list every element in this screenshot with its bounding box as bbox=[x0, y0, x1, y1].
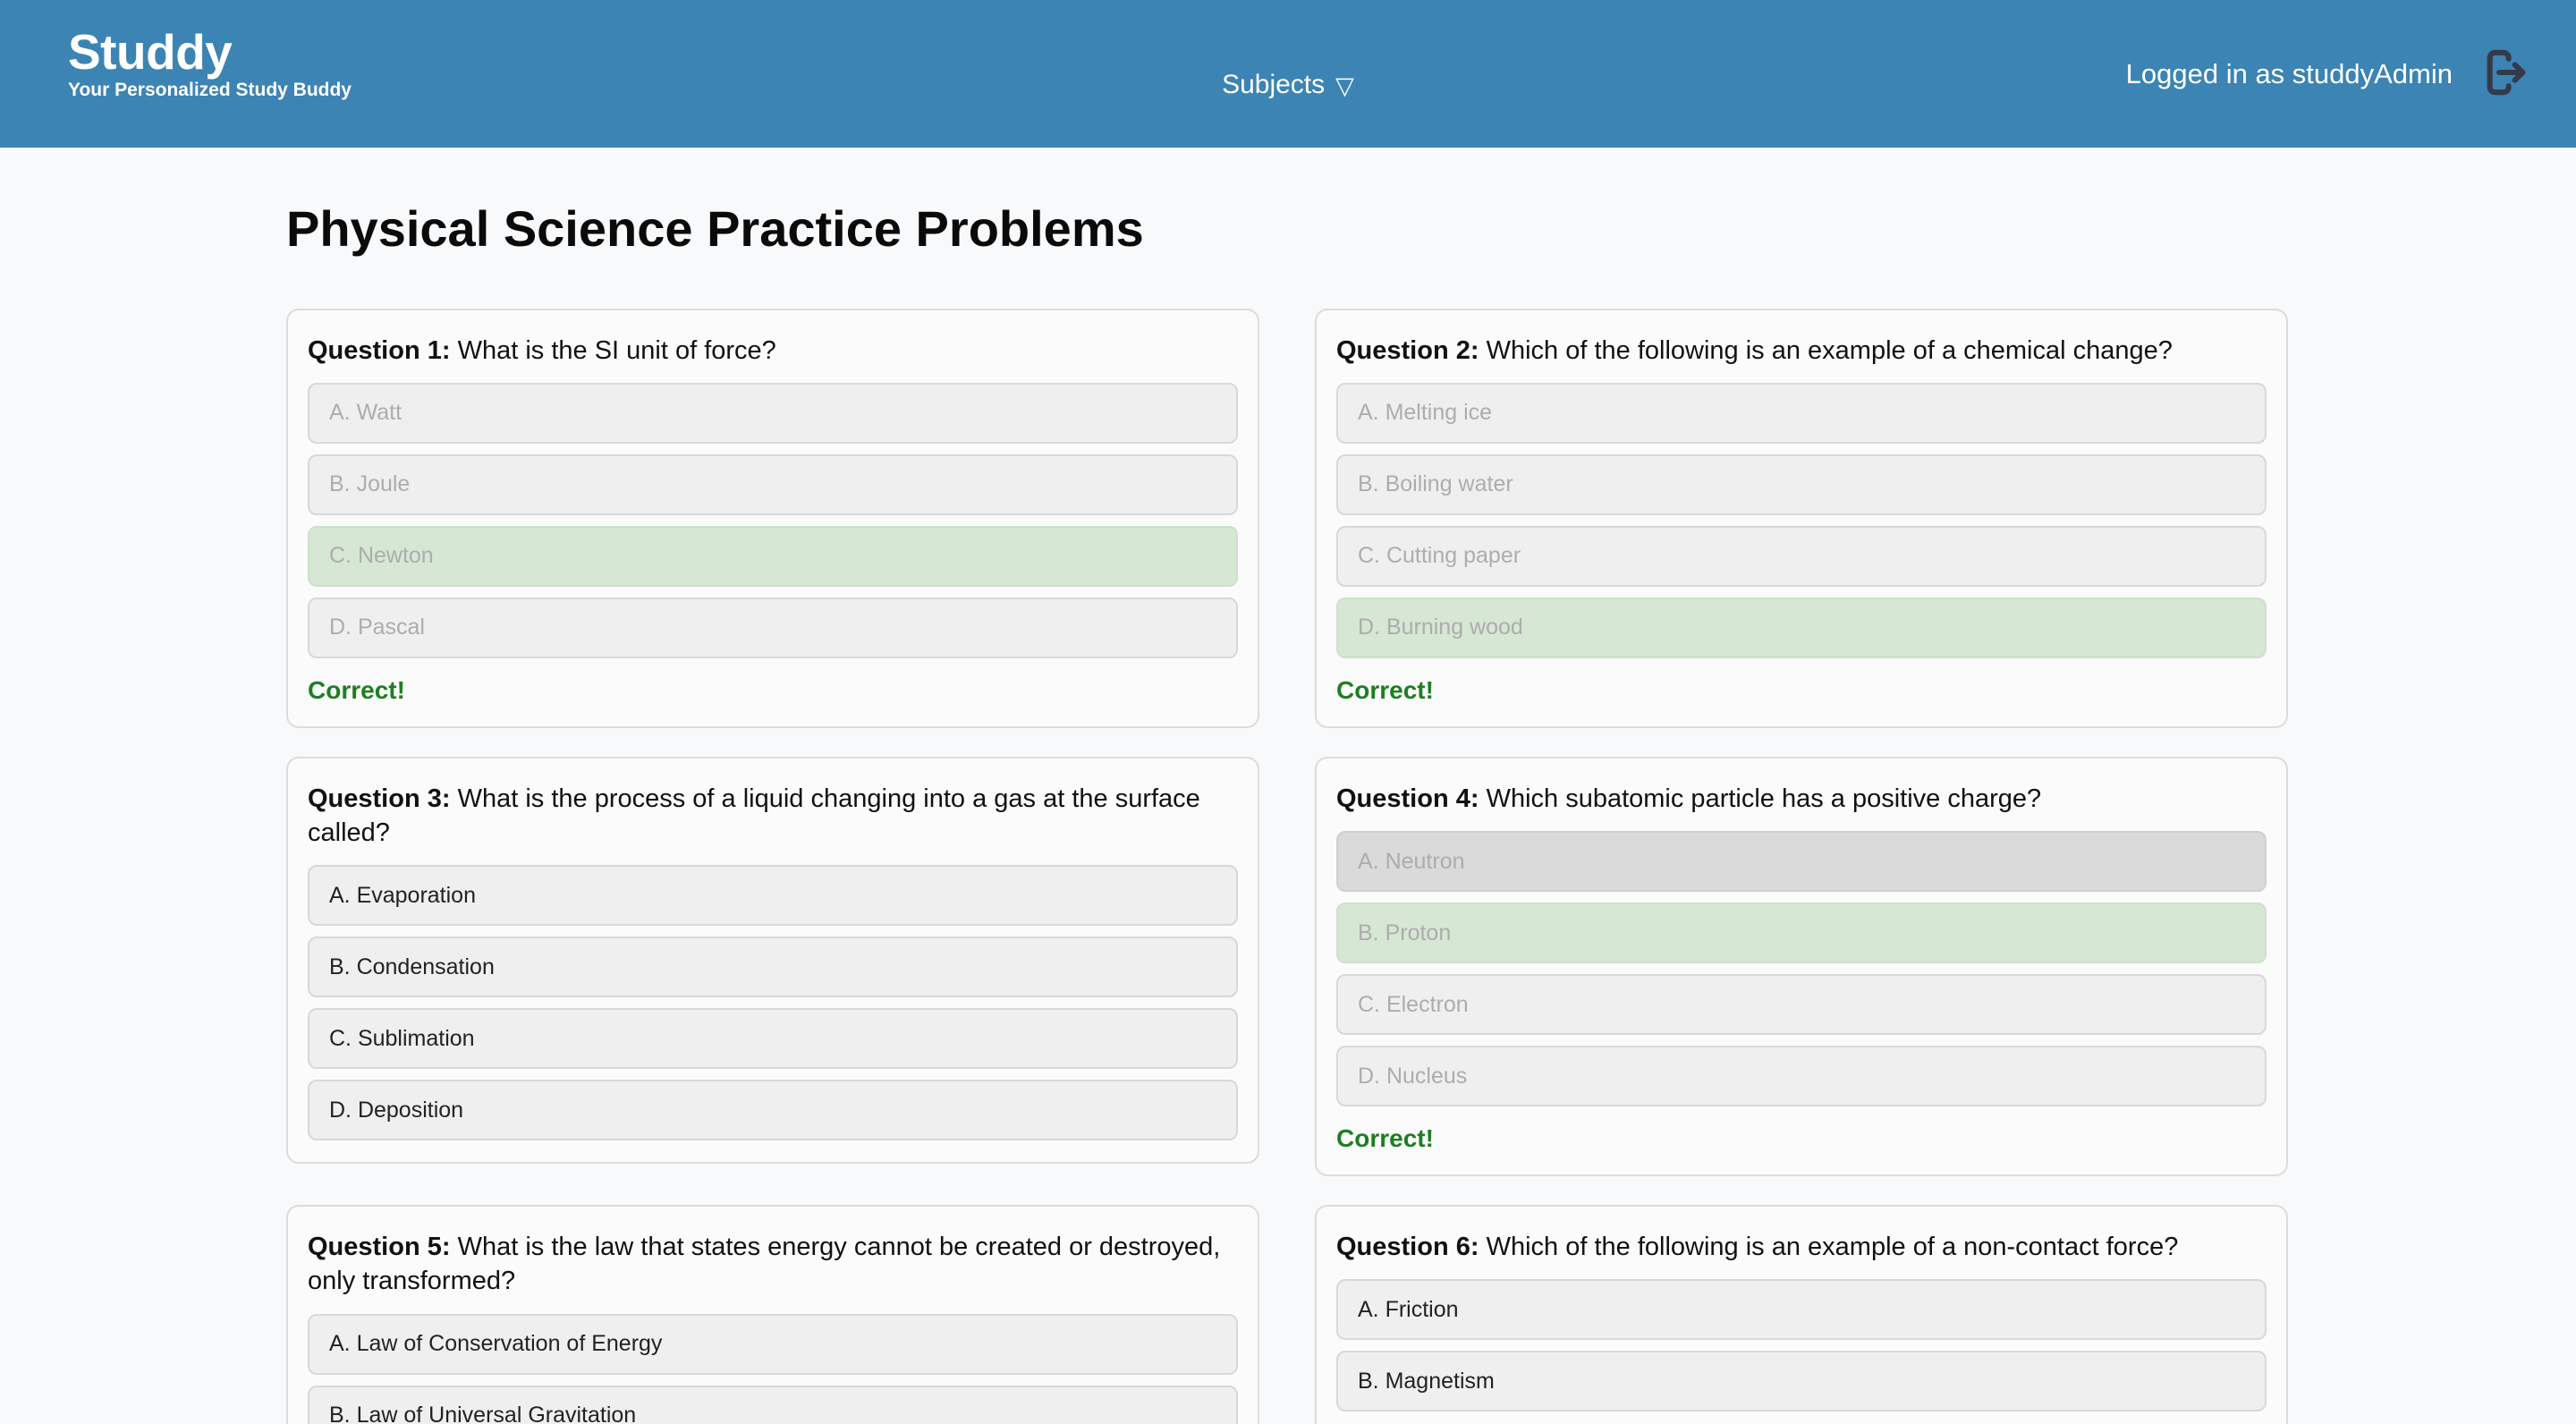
logout-button[interactable] bbox=[2478, 47, 2531, 101]
answer-option: D. Burning wood bbox=[1336, 597, 2267, 658]
question-body-text: Which of the following is an example of … bbox=[1486, 335, 2173, 365]
main-content: Physical Science Practice Problems Quest… bbox=[0, 201, 2576, 1424]
answer-option[interactable]: A. Evaporation bbox=[308, 865, 1238, 927]
answer-option[interactable]: B. Condensation bbox=[308, 937, 1238, 998]
question-card: Question 6: Which of the following is an… bbox=[1315, 1205, 2288, 1424]
question-prompt: Question 6: Which of the following is an… bbox=[1336, 1230, 2267, 1264]
question-card: Question 3: What is the process of a liq… bbox=[286, 756, 1259, 1165]
site-header: Studdy Your Personalized Study Buddy Sub… bbox=[0, 0, 2576, 148]
answer-option[interactable]: B. Magnetism bbox=[1336, 1351, 2267, 1412]
question-number-label: Question 5: bbox=[308, 1233, 451, 1262]
question-number-label: Question 2: bbox=[1336, 335, 1479, 365]
question-card: Question 5: What is the law that states … bbox=[286, 1205, 1259, 1424]
question-number-label: Question 1: bbox=[308, 335, 451, 365]
question-prompt: Question 2: Which of the following is an… bbox=[1336, 334, 2267, 368]
answer-option: A. Melting ice bbox=[1336, 382, 2267, 444]
answer-option: C. Cutting paper bbox=[1336, 525, 2267, 587]
option-list: A. Watt B. Joule C. Newton D. Pascal bbox=[308, 382, 1238, 658]
question-card: Question 2: Which of the following is an… bbox=[1315, 308, 2288, 728]
logout-icon bbox=[2479, 47, 2529, 100]
answer-option[interactable]: A. Law of Conservation of Energy bbox=[308, 1313, 1238, 1375]
answer-option: C. Electron bbox=[1336, 974, 2267, 1036]
nav-subjects-dropdown[interactable]: Subjects ▽ bbox=[1222, 72, 1354, 98]
chevron-down-icon: ▽ bbox=[1335, 72, 1354, 99]
option-list: A. Friction B. Magnetism bbox=[1336, 1279, 2267, 1412]
question-body-text: What is the SI unit of force? bbox=[457, 335, 776, 365]
option-list: A. Law of Conservation of Energy B. Law o… bbox=[308, 1313, 1238, 1424]
answer-option: B. Proton bbox=[1336, 903, 2267, 964]
answer-option: C. Newton bbox=[308, 525, 1238, 587]
question-grid: Question 1: What is the SI unit of force… bbox=[286, 308, 2288, 1424]
answer-option[interactable]: C. Sublimation bbox=[308, 1008, 1238, 1070]
logged-in-label: Logged in as studdyAdmin bbox=[2125, 57, 2453, 89]
question-card: Question 4: Which subatomic particle has… bbox=[1315, 756, 2288, 1177]
question-prompt: Question 4: Which subatomic particle has… bbox=[1336, 782, 2267, 816]
answer-option[interactable]: A. Friction bbox=[1336, 1279, 2267, 1341]
question-number-label: Question 6: bbox=[1336, 1233, 1479, 1262]
question-body-text: Which subatomic particle has a positive … bbox=[1486, 784, 2042, 813]
question-card: Question 1: What is the SI unit of force… bbox=[286, 308, 1259, 728]
question-number-label: Question 4: bbox=[1336, 784, 1479, 813]
feedback-message: Correct! bbox=[1336, 675, 1434, 704]
brand-title: Studdy bbox=[68, 24, 233, 80]
brand-logo: Studdy Your Personalized Study Buddy bbox=[68, 27, 352, 101]
answer-option: D. Nucleus bbox=[1336, 1046, 2267, 1107]
option-list: A. Evaporation B. Condensation C. Sublimat… bbox=[308, 865, 1238, 1141]
answer-option: D. Pascal bbox=[308, 597, 1238, 658]
page-title: Physical Science Practice Problems bbox=[286, 200, 1144, 257]
nav-subjects-label: Subjects bbox=[1222, 70, 1326, 99]
answer-option: A. Neutron bbox=[1336, 831, 2267, 893]
answer-option: A. Watt bbox=[308, 382, 1238, 444]
question-prompt: Question 5: What is the law that states … bbox=[308, 1230, 1238, 1299]
question-prompt: Question 3: What is the process of a liq… bbox=[308, 782, 1238, 851]
answer-option: B. Joule bbox=[308, 453, 1238, 515]
option-list: A. Neutron B. Proton C. Electron D. Nucleus bbox=[1336, 831, 2267, 1107]
question-prompt: Question 1: What is the SI unit of force… bbox=[308, 334, 1238, 368]
answer-option: B. Boiling water bbox=[1336, 453, 2267, 515]
question-number-label: Question 3: bbox=[308, 784, 451, 813]
feedback-message: Correct! bbox=[1336, 1124, 1434, 1153]
option-list: A. Melting ice B. Boiling water C. Cutting… bbox=[1336, 382, 2267, 658]
feedback-message: Correct! bbox=[308, 675, 405, 704]
answer-option[interactable]: B. Law of Universal Gravitation bbox=[308, 1385, 1238, 1424]
answer-option[interactable]: D. Deposition bbox=[308, 1080, 1238, 1141]
question-body-text: Which of the following is an example of … bbox=[1486, 1233, 2179, 1262]
account-area: Logged in as studdyAdmin bbox=[2126, 0, 2531, 148]
brand-tagline: Your Personalized Study Buddy bbox=[68, 80, 352, 101]
